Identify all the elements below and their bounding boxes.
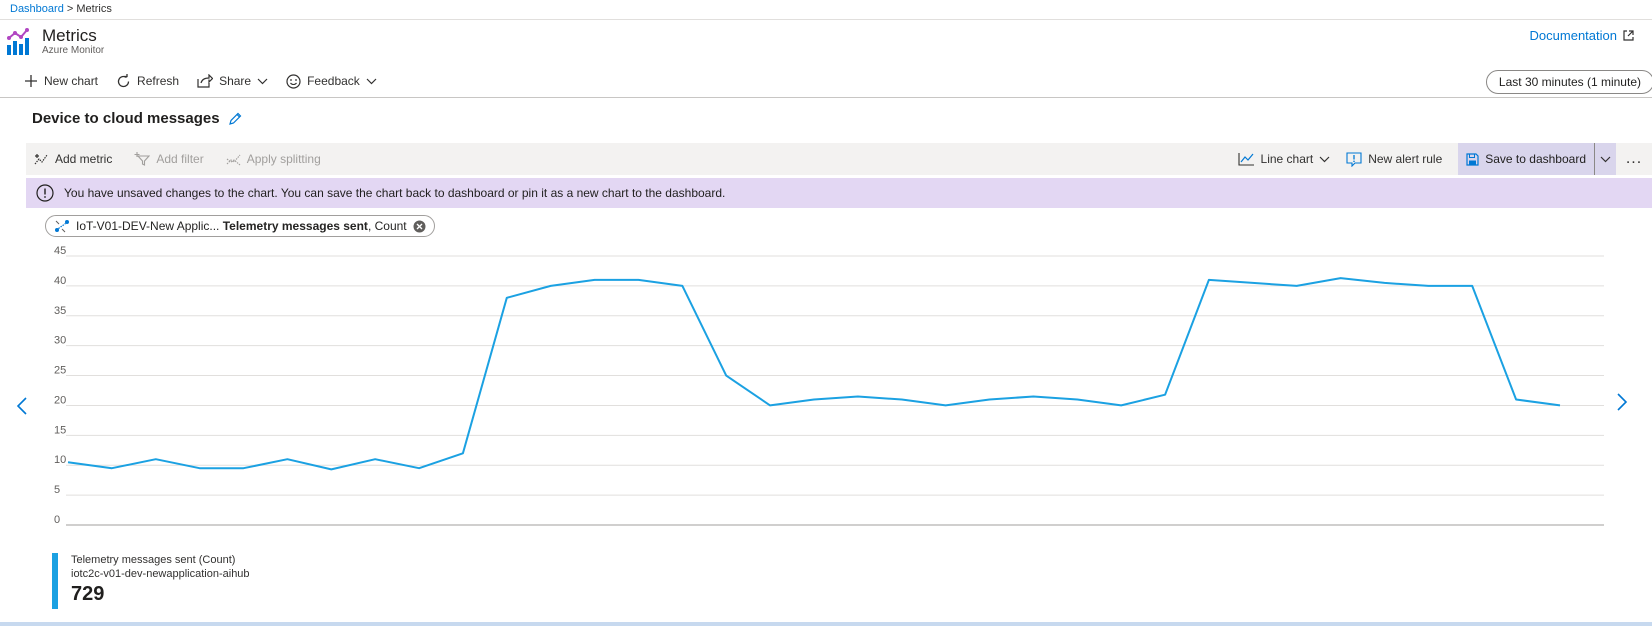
time-range-picker[interactable]: Last 30 minutes (1 minute)	[1485, 70, 1652, 94]
chart-title-row: Device to cloud messages	[32, 110, 242, 127]
save-icon	[1466, 152, 1479, 166]
chevron-down-icon	[1319, 156, 1330, 162]
share-button[interactable]: Share	[197, 74, 268, 88]
smiley-icon	[286, 73, 301, 89]
banner-message: You have unsaved changes to the chart. Y…	[64, 186, 726, 200]
refresh-button[interactable]: Refresh	[116, 73, 180, 89]
y-tick-label: 5	[54, 484, 60, 496]
chart-type-label: Line chart	[1260, 152, 1314, 166]
save-to-dashboard-label: Save to dashboard	[1485, 152, 1586, 166]
metric-name: Telemetry messages sent	[222, 219, 368, 233]
add-filter-label: Add filter	[156, 152, 204, 166]
plus-icon	[25, 75, 37, 87]
chevron-down-icon	[366, 78, 377, 84]
y-tick-label: 40	[54, 275, 66, 287]
main-toolbar: New chart Refresh Share Feedback	[0, 65, 1652, 97]
documentation-link[interactable]: Documentation	[1530, 28, 1634, 43]
chart-area: 0 5 10 15 20 25 30 35 40 45	[0, 245, 1652, 535]
warning-circle-icon	[36, 184, 54, 202]
splitting-icon	[226, 154, 241, 165]
y-tick-label: 10	[54, 454, 66, 466]
external-link-icon	[1623, 30, 1634, 41]
y-tick-label: 0	[54, 514, 60, 526]
save-to-dashboard-dropdown[interactable]	[1594, 143, 1616, 175]
page-subtitle: Azure Monitor	[42, 45, 105, 56]
unsaved-changes-banner: You have unsaved changes to the chart. Y…	[26, 178, 1652, 208]
metrics-logo-icon	[7, 28, 29, 55]
chart-legend[interactable]: Telemetry messages sent (Count) iotc2c-v…	[52, 553, 250, 609]
refresh-icon	[117, 73, 130, 87]
new-chart-label: New chart	[44, 74, 99, 88]
iot-hub-icon	[55, 220, 69, 233]
more-options-button[interactable]: ...	[1616, 143, 1652, 175]
chart-toolbar: Add metric Add filter Apply splitting Li…	[26, 143, 1652, 175]
metric-aggregation: , Count	[367, 219, 407, 233]
edit-pencil-icon[interactable]	[228, 112, 242, 126]
add-metric-icon	[34, 153, 48, 164]
y-tick-label: 30	[54, 335, 66, 347]
add-metric-label: Add metric	[55, 152, 113, 166]
chevron-down-icon	[1600, 156, 1611, 162]
y-tick-label: 15	[54, 424, 66, 436]
breadcrumb-current: Metrics	[76, 3, 112, 15]
y-tick-label: 35	[54, 305, 66, 317]
alert-icon	[1346, 151, 1362, 167]
save-to-dashboard-button[interactable]: Save to dashboard	[1458, 143, 1594, 175]
remove-metric-icon[interactable]	[413, 220, 426, 233]
new-chart-button[interactable]: New chart	[24, 74, 98, 88]
y-tick-label: 20	[54, 394, 66, 406]
apply-splitting-button[interactable]: Apply splitting	[226, 152, 321, 166]
chart-type-dropdown[interactable]: Line chart	[1237, 152, 1331, 166]
apply-splitting-label: Apply splitting	[246, 152, 321, 166]
chevron-down-icon	[257, 78, 268, 84]
documentation-label: Documentation	[1529, 28, 1617, 43]
y-tick-label: 45	[54, 245, 66, 257]
bottom-border	[0, 622, 1652, 626]
legend-total-value: 729	[71, 583, 105, 605]
new-alert-rule-button[interactable]: New alert rule	[1346, 151, 1443, 167]
legend-series-name: Telemetry messages sent (Count)	[71, 554, 236, 566]
filter-plus-icon	[134, 152, 151, 166]
page-title: Metrics	[42, 26, 97, 45]
refresh-label: Refresh	[137, 74, 180, 88]
add-metric-button[interactable]: Add metric	[34, 152, 112, 166]
breadcrumb-dashboard-link[interactable]: Dashboard	[10, 3, 64, 15]
add-filter-button[interactable]: Add filter	[134, 152, 204, 166]
share-icon	[197, 74, 214, 88]
y-tick-label: 25	[54, 365, 66, 377]
feedback-label: Feedback	[307, 74, 360, 88]
legend-resource-name: iotc2c-v01-dev-newapplication-aihub	[71, 568, 250, 580]
line-chart-icon	[1237, 153, 1254, 166]
chevron-right-icon[interactable]	[1616, 392, 1628, 412]
breadcrumb-separator: >	[63, 3, 77, 15]
metric-selector-pill[interactable]: IoT-V01-DEV-New Applic... Telemetry mess…	[45, 215, 435, 237]
breadcrumb: Dashboard > Metrics	[10, 3, 112, 15]
line-chart[interactable]: 0 5 10 15 20 25 30 35 40 45	[0, 245, 1652, 535]
chevron-left-icon[interactable]	[16, 396, 28, 416]
series-line-telemetry[interactable]	[67, 277, 1561, 471]
metric-resource: IoT-V01-DEV-New Applic...	[76, 219, 220, 233]
toolbar-divider	[0, 97, 1652, 98]
header-divider	[0, 19, 1652, 20]
new-alert-rule-label: New alert rule	[1368, 152, 1443, 166]
share-label: Share	[219, 74, 252, 88]
feedback-button[interactable]: Feedback	[286, 73, 377, 89]
chart-title: Device to cloud messages	[32, 110, 220, 127]
